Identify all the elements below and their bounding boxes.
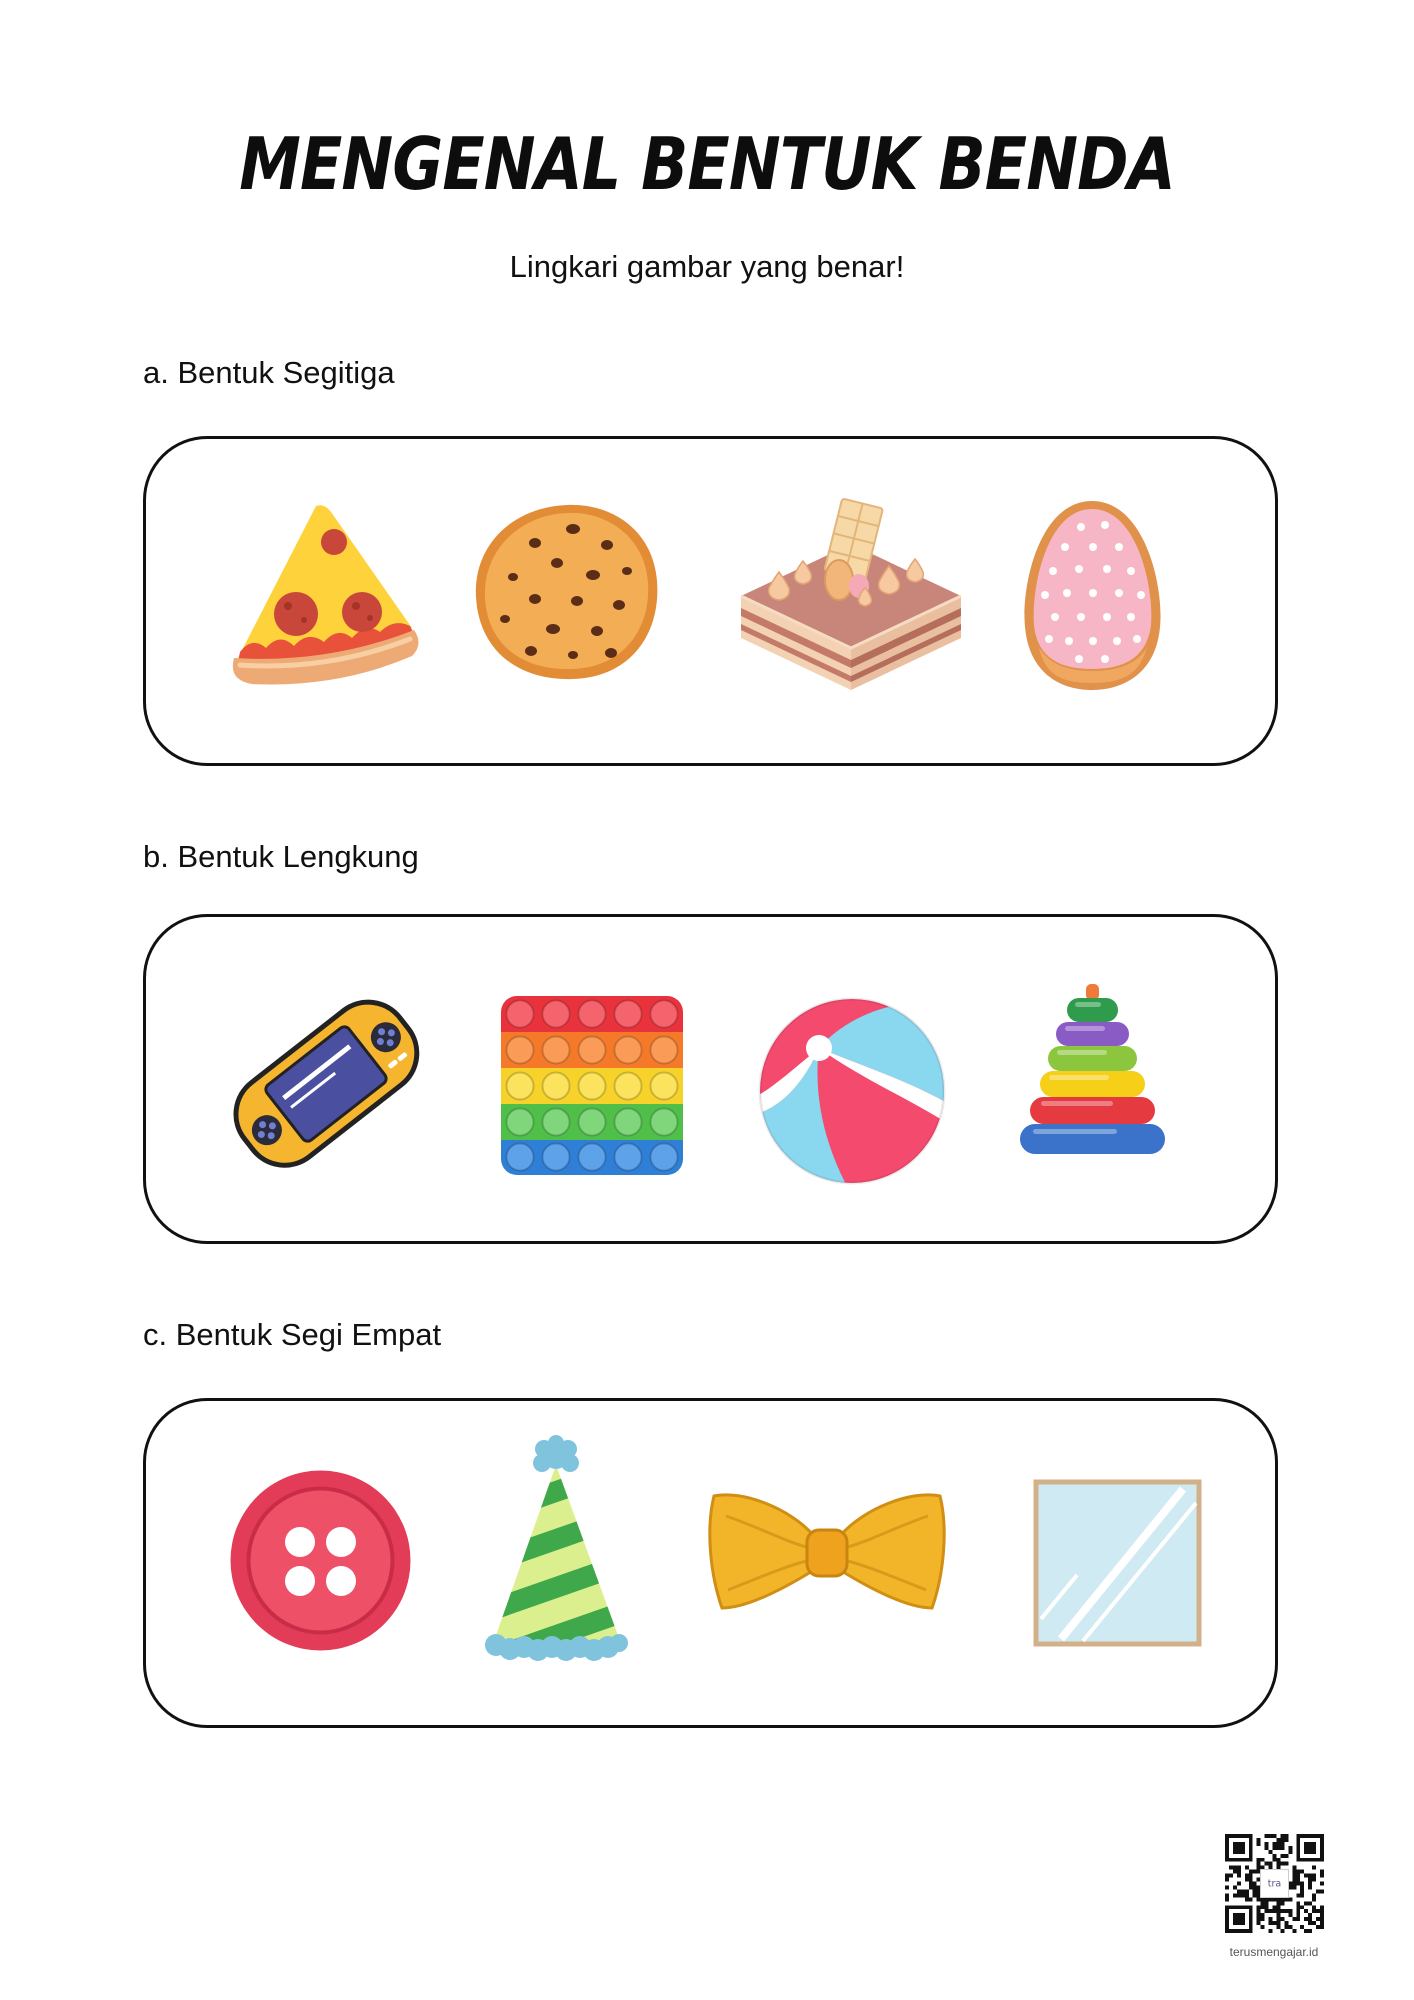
section-a-label: a. Bentuk Segitiga bbox=[143, 355, 395, 390]
bow-tie-icon bbox=[708, 1493, 946, 1610]
pizza-slice-icon bbox=[232, 505, 419, 685]
layer-cake-icon bbox=[740, 498, 962, 690]
section-b-label: b. Bentuk Lengkung bbox=[143, 839, 419, 874]
handheld-game-console-icon bbox=[233, 999, 420, 1168]
website-footer: terusmengajar.id bbox=[1229, 1945, 1319, 1959]
egg-cookie-icon bbox=[1024, 501, 1161, 690]
qr-logo-text: tra bbox=[1268, 1879, 1281, 1890]
instruction-text: Lingkari gambar yang benar! bbox=[509, 249, 905, 284]
pop-it-toy-icon bbox=[501, 996, 683, 1175]
cookie-icon bbox=[475, 504, 658, 680]
mirror-icon bbox=[1033, 1479, 1202, 1647]
beach-ball-icon bbox=[758, 997, 946, 1185]
section-c-label: c. Bentuk Segi Empat bbox=[143, 1317, 442, 1352]
worksheet-page: MENGENAL BENTUK BENDA Lingkari gambar ya… bbox=[0, 0, 1414, 2000]
party-hat-icon bbox=[485, 1435, 628, 1661]
worksheet-title: MENGENAL BENTUK BENDA bbox=[239, 122, 1175, 206]
qr-code-icon: tra bbox=[1225, 1834, 1324, 1933]
ring-stacker-toy-icon bbox=[1020, 984, 1165, 1154]
sewing-button-icon bbox=[230, 1470, 411, 1651]
